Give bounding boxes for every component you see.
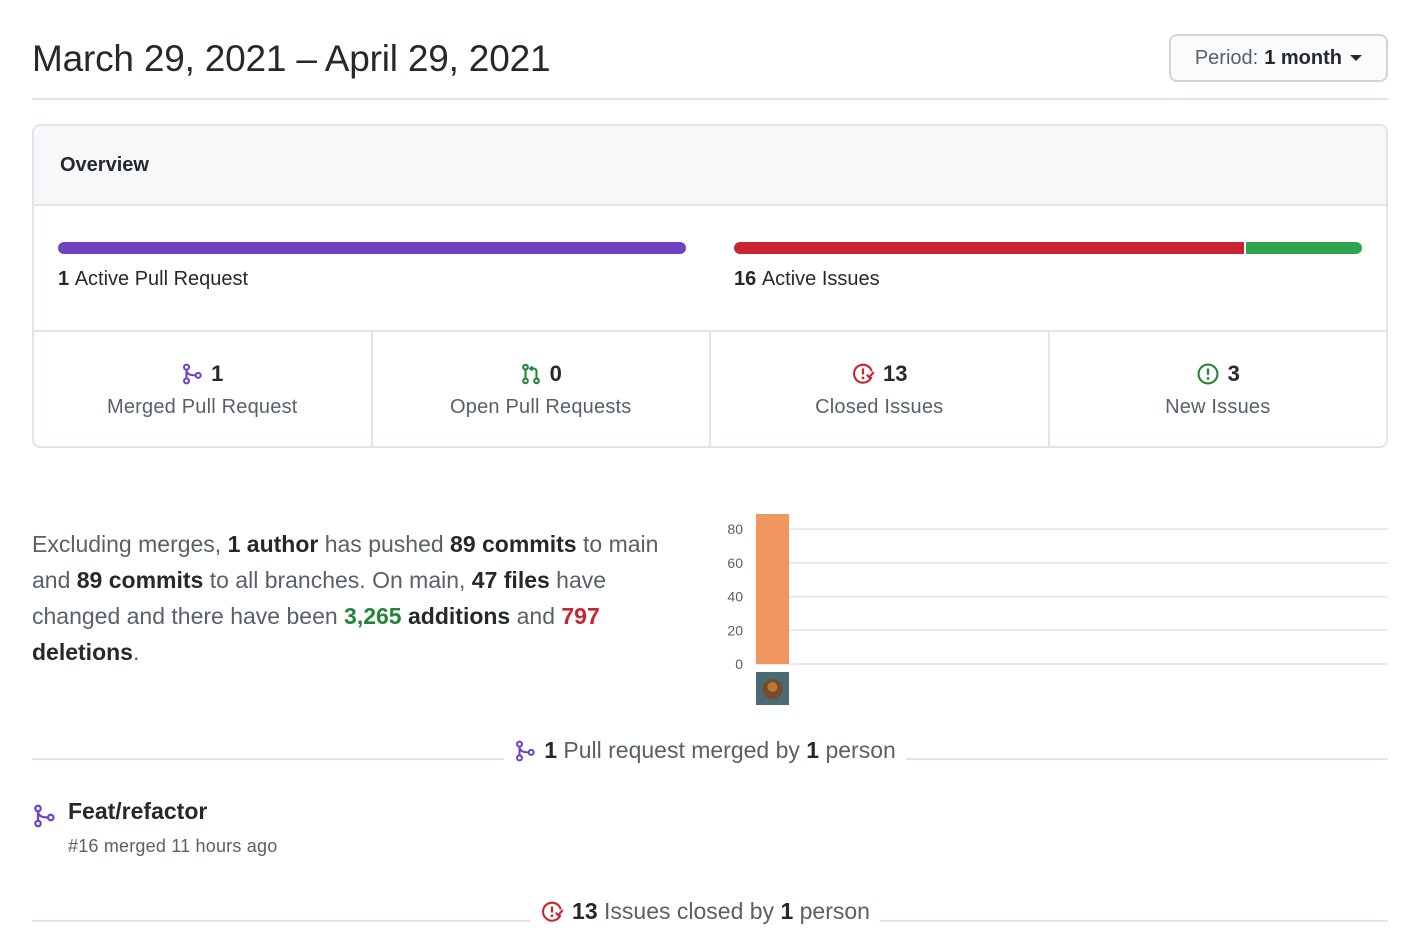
issue-opened-icon [1197, 363, 1219, 385]
summary-text: to all branches. On main, [203, 567, 472, 593]
date-range-title: March 29, 2021 – April 29, 2021 [32, 38, 551, 79]
y-tick-label: 60 [727, 555, 743, 571]
active-issues-label: Active Issues [761, 268, 880, 290]
commit-summary: Excluding merges, 1 author has pushed 89… [32, 526, 682, 670]
y-tick-label: 40 [727, 589, 743, 605]
issue-closed-icon [853, 363, 875, 384]
active-pr-caption[interactable]: 1 Active Pull Request [58, 268, 248, 291]
stat-merged-prs[interactable]: 1 Merged Pull Request [34, 332, 373, 446]
issues-closed-count: 13 [572, 898, 598, 924]
open-prs-label: Open Pull Requests [450, 396, 632, 418]
stat-open-prs[interactable]: 0 Open Pull Requests [373, 332, 711, 446]
active-issues-bar [734, 242, 1362, 254]
pr-title-link[interactable]: Feat/refactor [68, 798, 207, 825]
overview-panel: Overview 1 Active Pull Request 16 Active… [32, 124, 1388, 448]
commit-bar[interactable] [756, 514, 789, 664]
summary-deletions-number: 797 [561, 603, 600, 629]
issue-closed-icon [542, 901, 564, 922]
active-pr-bar [58, 242, 686, 254]
open-prs-count: 0 [549, 361, 562, 386]
prs-merged-count: 1 [544, 737, 557, 763]
commits-chart: 80 60 40 20 0 [700, 500, 1390, 710]
period-dropdown-button[interactable]: Period: 1 month [1168, 34, 1388, 82]
closed-issues-label: Closed Issues [815, 396, 944, 418]
merged-prs-count: 1 [211, 361, 224, 386]
summary-additions-number: 3,265 [344, 603, 402, 629]
active-pr-count: 1 [58, 268, 75, 290]
author-avatar[interactable] [756, 672, 789, 705]
y-tick-label: 20 [727, 622, 743, 638]
overview-bars: 1 Active Pull Request 16 Active Issues [34, 206, 1386, 332]
stat-new-issues[interactable]: 3 New Issues [1050, 332, 1387, 446]
closed-issues-count: 13 [883, 361, 908, 386]
summary-commits-all: 89 commits [76, 567, 204, 593]
summary-text: and [510, 603, 562, 629]
y-tick-label: 80 [727, 521, 743, 537]
merged-prs-label: Merged Pull Request [106, 396, 298, 418]
prs-merged-text: Pull request merged by [556, 737, 807, 763]
new-issues-label: New Issues [1165, 396, 1271, 418]
new-issues-segment [1246, 242, 1362, 254]
summary-files: 47 files [471, 567, 550, 593]
active-pr-label: Active Pull Request [74, 268, 249, 290]
prs-merged-text-end: person [819, 737, 896, 763]
summary-text: Excluding merges, [32, 531, 228, 557]
issues-closed-text: Issues closed by [597, 898, 781, 924]
active-issues-caption[interactable]: 16 Active Issues [734, 268, 880, 291]
summary-text: . [132, 639, 140, 665]
new-issues-count: 3 [1227, 361, 1240, 386]
caret-down-icon [1350, 55, 1362, 61]
stat-closed-issues[interactable]: 13 Closed Issues [711, 332, 1050, 446]
overview-title: Overview [34, 126, 1386, 206]
issues-closed-people: 1 [780, 898, 794, 924]
active-issues-count: 16 [734, 268, 762, 290]
summary-text: has pushed [318, 531, 451, 557]
prs-merged-people: 1 [806, 737, 820, 763]
git-merge-icon [183, 363, 202, 385]
overview-stats: 1 Merged Pull Request 0 Open Pull Reques… [34, 332, 1386, 446]
y-tick-label: 0 [735, 656, 743, 672]
period-value: 1 month [1264, 46, 1342, 69]
pr-meta: #16 merged 11 hours ago [68, 836, 278, 856]
period-prefix: Period: [1194, 46, 1259, 69]
commits-chart-svg: 80 60 40 20 0 [727, 514, 1388, 705]
git-merge-icon [34, 804, 55, 828]
git-merge-icon [516, 740, 535, 761]
issues-section-heading: 13 Issues closed by 1 person [0, 898, 1410, 929]
git-pull-request-icon [521, 363, 540, 385]
prs-section-heading: 1 Pull request merged by 1 person [0, 737, 1410, 767]
issues-closed-text-end: person [793, 898, 870, 924]
summary-deletions-word: deletions [32, 639, 133, 665]
summary-authors: 1 author [227, 531, 319, 557]
summary-additions-word: additions [401, 603, 511, 629]
closed-issues-segment [734, 242, 1245, 254]
pulse-header: March 29, 2021 – April 29, 2021 Period: … [32, 0, 1388, 100]
summary-commits-main: 89 commits [450, 531, 577, 557]
